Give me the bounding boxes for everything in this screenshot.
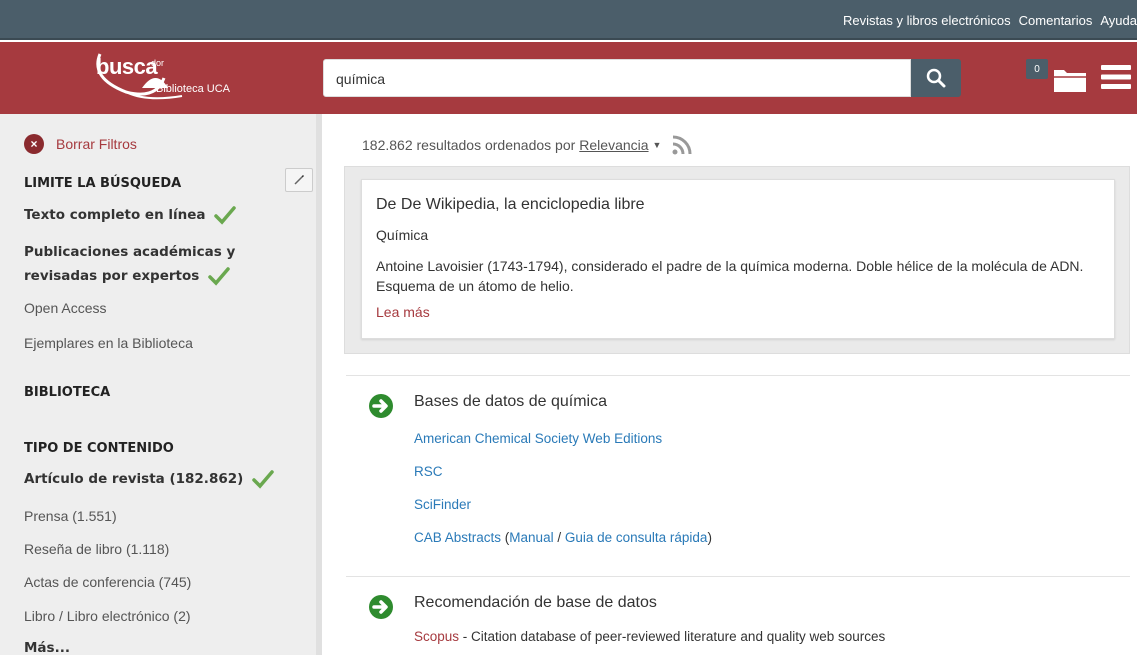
filter-library-copies[interactable]: Ejemplares en la Biblioteca: [24, 335, 193, 351]
arrow-right-circle-icon: [369, 595, 393, 619]
sort-dropdown[interactable]: Relevancia: [579, 137, 648, 153]
scopus-link[interactable]: Scopus: [414, 629, 459, 644]
scopus-description: - Citation database of peer-reviewed lit…: [459, 629, 886, 644]
filter-full-text[interactable]: Texto completo en línea: [24, 205, 236, 225]
edit-limits-button[interactable]: [285, 168, 313, 192]
filter-ebook[interactable]: Libro / Libro electrónico (2): [24, 608, 191, 624]
filter-book-review[interactable]: Reseña de libro (1.118): [24, 541, 169, 557]
logo-text-sup: dor: [151, 58, 165, 68]
wikipedia-card: De De Wikipedia, la enciclopedia libre Q…: [361, 179, 1115, 339]
limit-heading: LIMITE LA BÚSQUEDA: [24, 176, 182, 191]
rsc-link[interactable]: RSC: [414, 464, 443, 479]
databases-title: Bases de datos de química: [414, 393, 608, 410]
cab-manual-link[interactable]: Manual: [509, 530, 553, 545]
scopus-line: Scopus - Citation database of peer-revie…: [414, 629, 885, 644]
help-link[interactable]: Ayuda: [1100, 13, 1137, 28]
results-count: 182.862 resultados ordenados por: [362, 137, 576, 153]
wiki-source: De De Wikipedia, la enciclopedia libre: [376, 196, 645, 213]
library-heading[interactable]: BIBLIOTECA: [24, 385, 110, 400]
filter-conference[interactable]: Actas de conferencia (745): [24, 574, 191, 590]
read-more-link[interactable]: Lea más: [376, 304, 430, 320]
cab-close-paren: ): [707, 530, 712, 545]
divider: [346, 576, 1130, 577]
show-more-link[interactable]: Más...: [24, 640, 70, 655]
top-links: Revistas y libros electrónicos Comentari…: [843, 0, 1137, 40]
content-type-heading: TIPO DE CONTENIDO: [24, 441, 174, 456]
logo-text-sub: Biblioteca UCA: [156, 83, 230, 95]
clear-filters-button[interactable]: × Borrar Filtros: [24, 134, 137, 154]
results-summary: 182.862 resultados ordenados por Relevan…: [362, 134, 693, 156]
comments-link[interactable]: Comentarios: [1019, 13, 1093, 28]
cab-abstracts-link[interactable]: CAB Abstracts: [414, 530, 501, 545]
filter-peer-reviewed-line1: Publicaciones académicas y: [24, 244, 236, 260]
rss-icon[interactable]: [671, 134, 693, 156]
filter-sidebar: × Borrar Filtros LIMITE LA BÚSQUEDA Text…: [0, 114, 322, 655]
filter-journal-article[interactable]: Artículo de revista (182.862): [24, 469, 274, 489]
checkmark-icon: [252, 470, 274, 489]
search-icon: [926, 68, 946, 88]
filter-open-access[interactable]: Open Access: [24, 300, 107, 316]
pencil-icon: [294, 174, 305, 185]
arrow-right-circle-icon: [369, 394, 393, 418]
filter-full-text-label: Texto completo en línea: [24, 207, 206, 223]
logo-text-main: busca: [96, 54, 158, 79]
wiki-snippet: Antoine Lavoisier (1743-1794), considera…: [376, 258, 1084, 294]
folder-icon[interactable]: [1052, 64, 1088, 94]
search-button[interactable]: [911, 59, 961, 97]
acs-link[interactable]: American Chemical Society Web Editions: [414, 431, 662, 446]
close-icon: ×: [24, 134, 44, 154]
checkmark-icon: [214, 206, 236, 225]
top-navigation-bar: Revistas y libros electrónicos Comentari…: [0, 0, 1137, 40]
folder-count-badge: 0: [1026, 59, 1048, 79]
cab-separator: /: [553, 530, 565, 545]
filter-press[interactable]: Prensa (1.551): [24, 508, 117, 524]
divider: [346, 375, 1130, 376]
ebooks-journals-link[interactable]: Revistas y libros electrónicos: [843, 13, 1011, 28]
recommendation-title: Recomendación de base de datos: [414, 594, 657, 611]
checkmark-icon: [208, 267, 230, 286]
caret-down-icon[interactable]: ▼: [653, 140, 662, 150]
search-input[interactable]: química: [323, 59, 911, 97]
filter-peer-reviewed-line2: revisadas por expertos: [24, 268, 200, 284]
wikipedia-panel: De De Wikipedia, la enciclopedia libre Q…: [344, 166, 1130, 354]
clear-filters-label: Borrar Filtros: [56, 136, 137, 152]
filter-journal-article-label: Artículo de revista (182.862): [24, 471, 244, 487]
filter-peer-reviewed[interactable]: Publicaciones académicas y revisadas por…: [24, 240, 235, 288]
wiki-title: Química: [376, 227, 429, 243]
hamburger-menu-icon[interactable]: [1101, 63, 1131, 91]
scifinder-link[interactable]: SciFinder: [414, 497, 471, 512]
site-logo[interactable]: busca dor Biblioteca UCA: [86, 48, 256, 104]
cab-quick-guide-link[interactable]: Guia de consulta rápida: [565, 530, 708, 545]
cab-line: CAB Abstracts (Manual / Guia de consulta…: [414, 530, 712, 545]
header: busca dor Biblioteca UCA química 0: [0, 42, 1137, 114]
